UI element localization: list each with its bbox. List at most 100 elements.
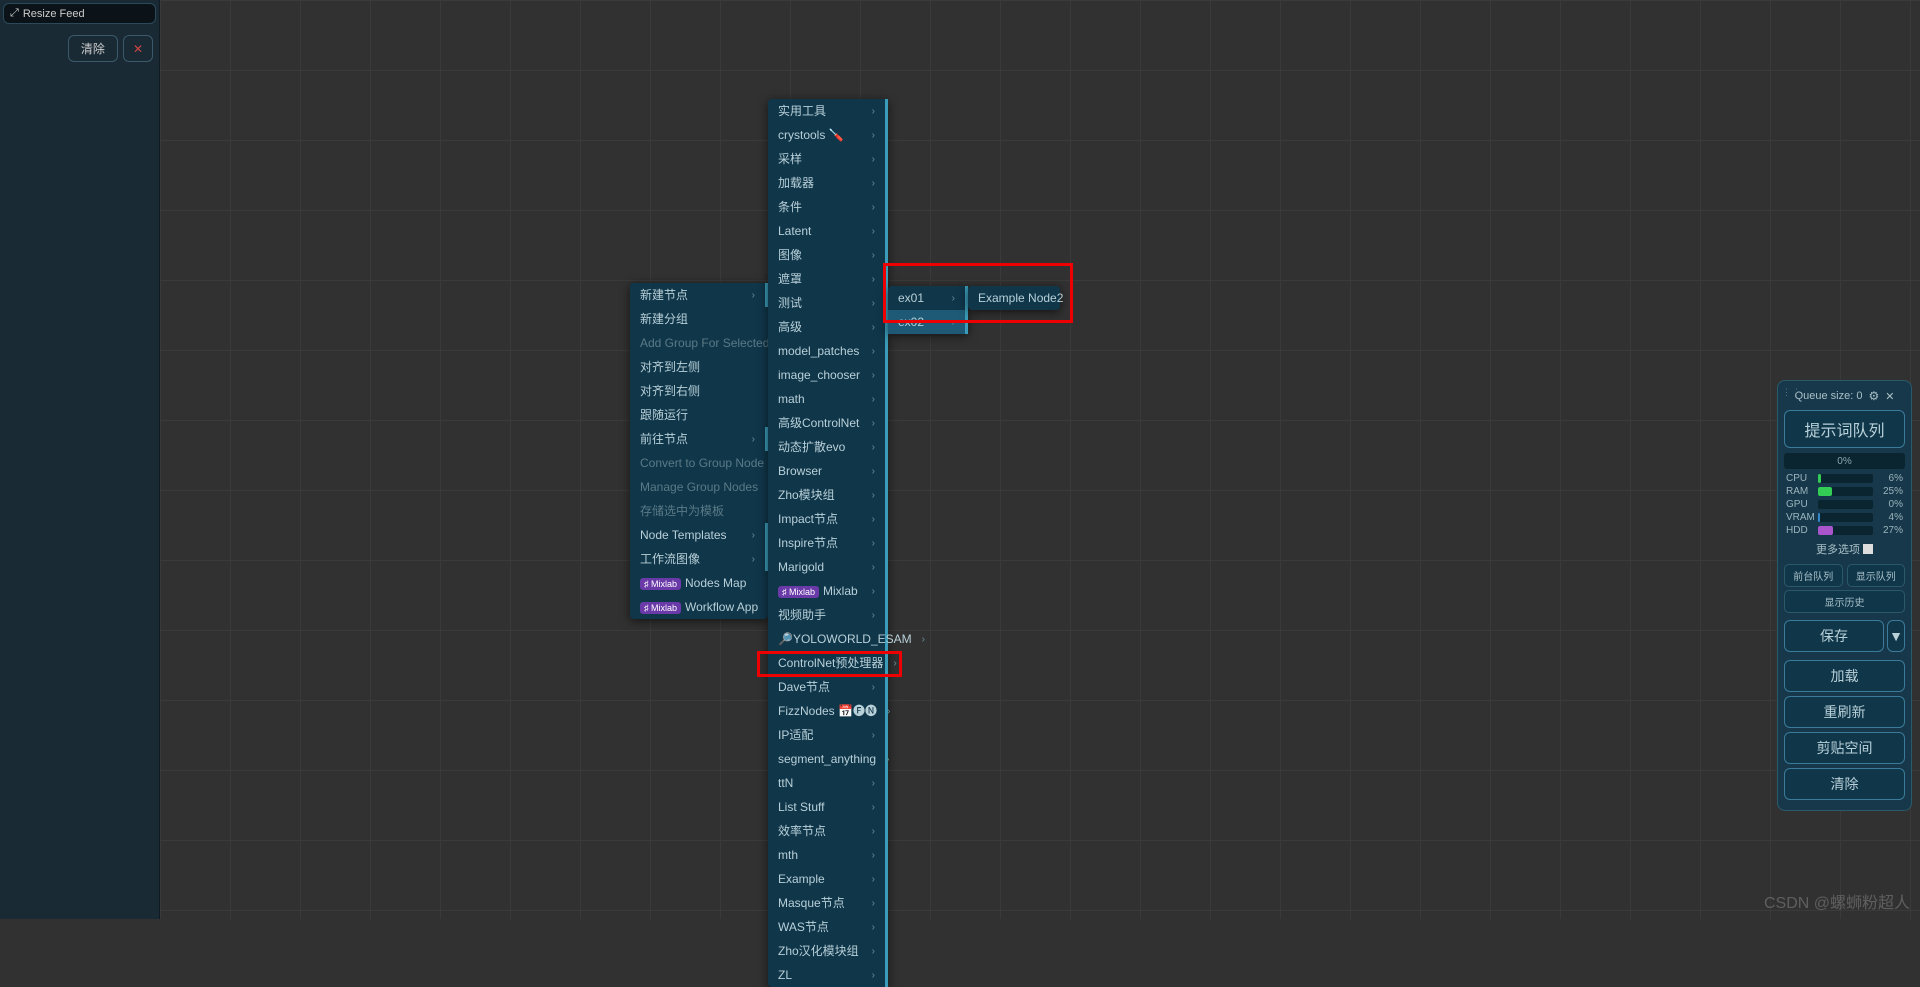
chevron-right-icon: › [887,704,890,719]
mini-button-0[interactable]: 前台队列 [1784,564,1843,587]
example-menu-item-0[interactable]: ex01› [888,286,968,310]
drag-handle-icon[interactable]: ⋮⋮ [1782,387,1802,398]
chevron-right-icon: › [752,288,755,303]
category-menu-item-30[interactable]: 效率节点› [768,819,888,843]
main-menu-item-11[interactable]: 工作流图像› [630,547,768,571]
category-menu-item-33[interactable]: Masque节点› [768,891,888,915]
category-menu-item-13[interactable]: 高级ControlNet› [768,411,888,435]
action-button-1[interactable]: 加载 [1784,660,1905,692]
main-menu-item-10[interactable]: Node Templates› [630,523,768,547]
chevron-right-icon: › [872,896,875,911]
stat-bar [1818,487,1873,496]
category-menu-item-20[interactable]: ♯ MixlabMixlab› [768,579,888,603]
category-menu-item-23[interactable]: ControlNet预处理器› [768,651,888,675]
category-menu-item-21[interactable]: 视频助手› [768,603,888,627]
category-menu-item-8[interactable]: 测试› [768,291,888,315]
mini-button-1[interactable]: 显示队列 [1847,564,1906,587]
category-menu-item-35[interactable]: Zho汉化模块组› [768,939,888,963]
category-menu-item-18[interactable]: Inspire节点› [768,531,888,555]
main-menu-item-1[interactable]: 新建分组 [630,307,768,331]
category-menu-item-29[interactable]: List Stuff› [768,795,888,819]
action-button-4[interactable]: 清除 [1784,768,1905,800]
chevron-right-icon: › [872,560,875,575]
prompt-queue-button[interactable]: 提示词队列 [1784,410,1905,448]
category-menu-item-11[interactable]: image_chooser› [768,363,888,387]
chevron-right-icon: › [872,584,875,599]
chevron-right-icon: › [872,440,875,455]
main-menu-item-9: 存储选中为模板 [630,499,768,523]
chevron-right-icon: › [872,944,875,959]
chevron-right-icon: › [872,800,875,815]
category-menu-item-5[interactable]: Latent› [768,219,888,243]
category-menu-item-26[interactable]: IP适配› [768,723,888,747]
context-menu-example[interactable]: ex01›ex02› [888,286,968,334]
main-menu-item-5[interactable]: 跟随运行 [630,403,768,427]
context-menu-example-sub[interactable]: Example Node2 [968,286,1060,310]
close-panel-icon[interactable]: ✕ [1885,390,1894,403]
category-menu-item-28[interactable]: ttN› [768,771,888,795]
main-menu-item-7: Convert to Group Node [630,451,768,475]
category-menu-item-25[interactable]: FizzNodes 📅🅕🅝› [768,699,888,723]
show-history-button[interactable]: 显示历史 [1784,590,1905,613]
main-menu-item-12[interactable]: ♯ MixlabNodes Map [630,571,768,595]
chevron-right-icon: › [872,224,875,239]
category-menu-item-24[interactable]: Dave节点› [768,675,888,699]
save-button[interactable]: 保存 [1784,620,1884,652]
mixlab-badge: ♯ Mixlab [640,602,681,614]
gear-icon[interactable]: ⚙ [1868,389,1879,403]
category-menu-item-16[interactable]: Zho模块组› [768,483,888,507]
action-button-3[interactable]: 剪贴空间 [1784,732,1905,764]
resize-feed-header[interactable]: ⤢ Resize Feed [3,3,156,24]
category-menu-item-36[interactable]: ZL› [768,963,888,987]
chevron-right-icon: › [872,200,875,215]
chevron-right-icon: › [872,968,875,983]
close-button[interactable]: ✕ [123,35,153,62]
save-dropdown-button[interactable]: ▼ [1887,620,1905,652]
main-menu-item-0[interactable]: 新建节点› [630,283,768,307]
context-menu-main[interactable]: 新建节点›新建分组Add Group For Selected Nodes对齐到… [630,283,768,619]
chevron-right-icon: › [752,528,755,543]
category-menu-item-0[interactable]: 实用工具› [768,99,888,123]
category-menu-item-12[interactable]: math› [768,387,888,411]
category-menu-item-6[interactable]: 图像› [768,243,888,267]
category-menu-item-17[interactable]: Impact节点› [768,507,888,531]
main-menu-item-4[interactable]: 对齐到右侧 [630,379,768,403]
action-button-2[interactable]: 重刷新 [1784,696,1905,728]
chevron-right-icon: › [872,272,875,287]
category-menu-item-10[interactable]: model_patches› [768,339,888,363]
category-menu-item-27[interactable]: segment_anything› [768,747,888,771]
category-menu-item-4[interactable]: 条件› [768,195,888,219]
resize-feed-title: Resize Feed [23,8,85,20]
resize-icon: ⤢ [10,7,19,20]
context-menu-categories[interactable]: 实用工具›crystools 🪛›采样›加载器›条件›Latent›图像›遮罩›… [768,99,888,987]
category-menu-item-32[interactable]: Example› [768,867,888,891]
example-sub-menu-item-0[interactable]: Example Node2 [968,286,1060,310]
category-menu-item-31[interactable]: mth› [768,843,888,867]
chevron-right-icon: › [872,536,875,551]
category-menu-item-14[interactable]: 动态扩散evo› [768,435,888,459]
main-menu-item-8: Manage Group Nodes [630,475,768,499]
left-sidebar: ⤢ Resize Feed 清除 ✕ [0,0,160,919]
control-panel: ⋮⋮ Queue size: 0 ⚙ ✕ 提示词队列 0% CPU6%RAM25… [1777,380,1912,811]
category-menu-item-22[interactable]: 🔎YOLOWORLD_ESAM› [768,627,888,651]
main-menu-item-6[interactable]: 前往节点› [630,427,768,451]
chevron-right-icon: › [872,920,875,935]
more-options-checkbox[interactable] [1863,544,1873,554]
category-menu-item-3[interactable]: 加载器› [768,171,888,195]
category-menu-item-15[interactable]: Browser› [768,459,888,483]
category-menu-item-7[interactable]: 遮罩› [768,267,888,291]
canvas-grid[interactable] [160,0,1920,919]
main-menu-item-13[interactable]: ♯ MixlabWorkflow App [630,595,768,619]
category-menu-item-9[interactable]: 高级› [768,315,888,339]
chevron-right-icon: › [872,680,875,695]
category-menu-item-2[interactable]: 采样› [768,147,888,171]
example-menu-item-1[interactable]: ex02› [888,310,968,334]
mixlab-badge: ♯ Mixlab [640,578,681,590]
chevron-right-icon: › [872,728,875,743]
category-menu-item-1[interactable]: crystools 🪛› [768,123,888,147]
main-menu-item-3[interactable]: 对齐到左侧 [630,355,768,379]
chevron-right-icon: › [952,315,955,330]
clear-button[interactable]: 清除 [68,35,118,62]
chevron-right-icon: › [752,432,755,447]
category-menu-item-19[interactable]: Marigold› [768,555,888,579]
